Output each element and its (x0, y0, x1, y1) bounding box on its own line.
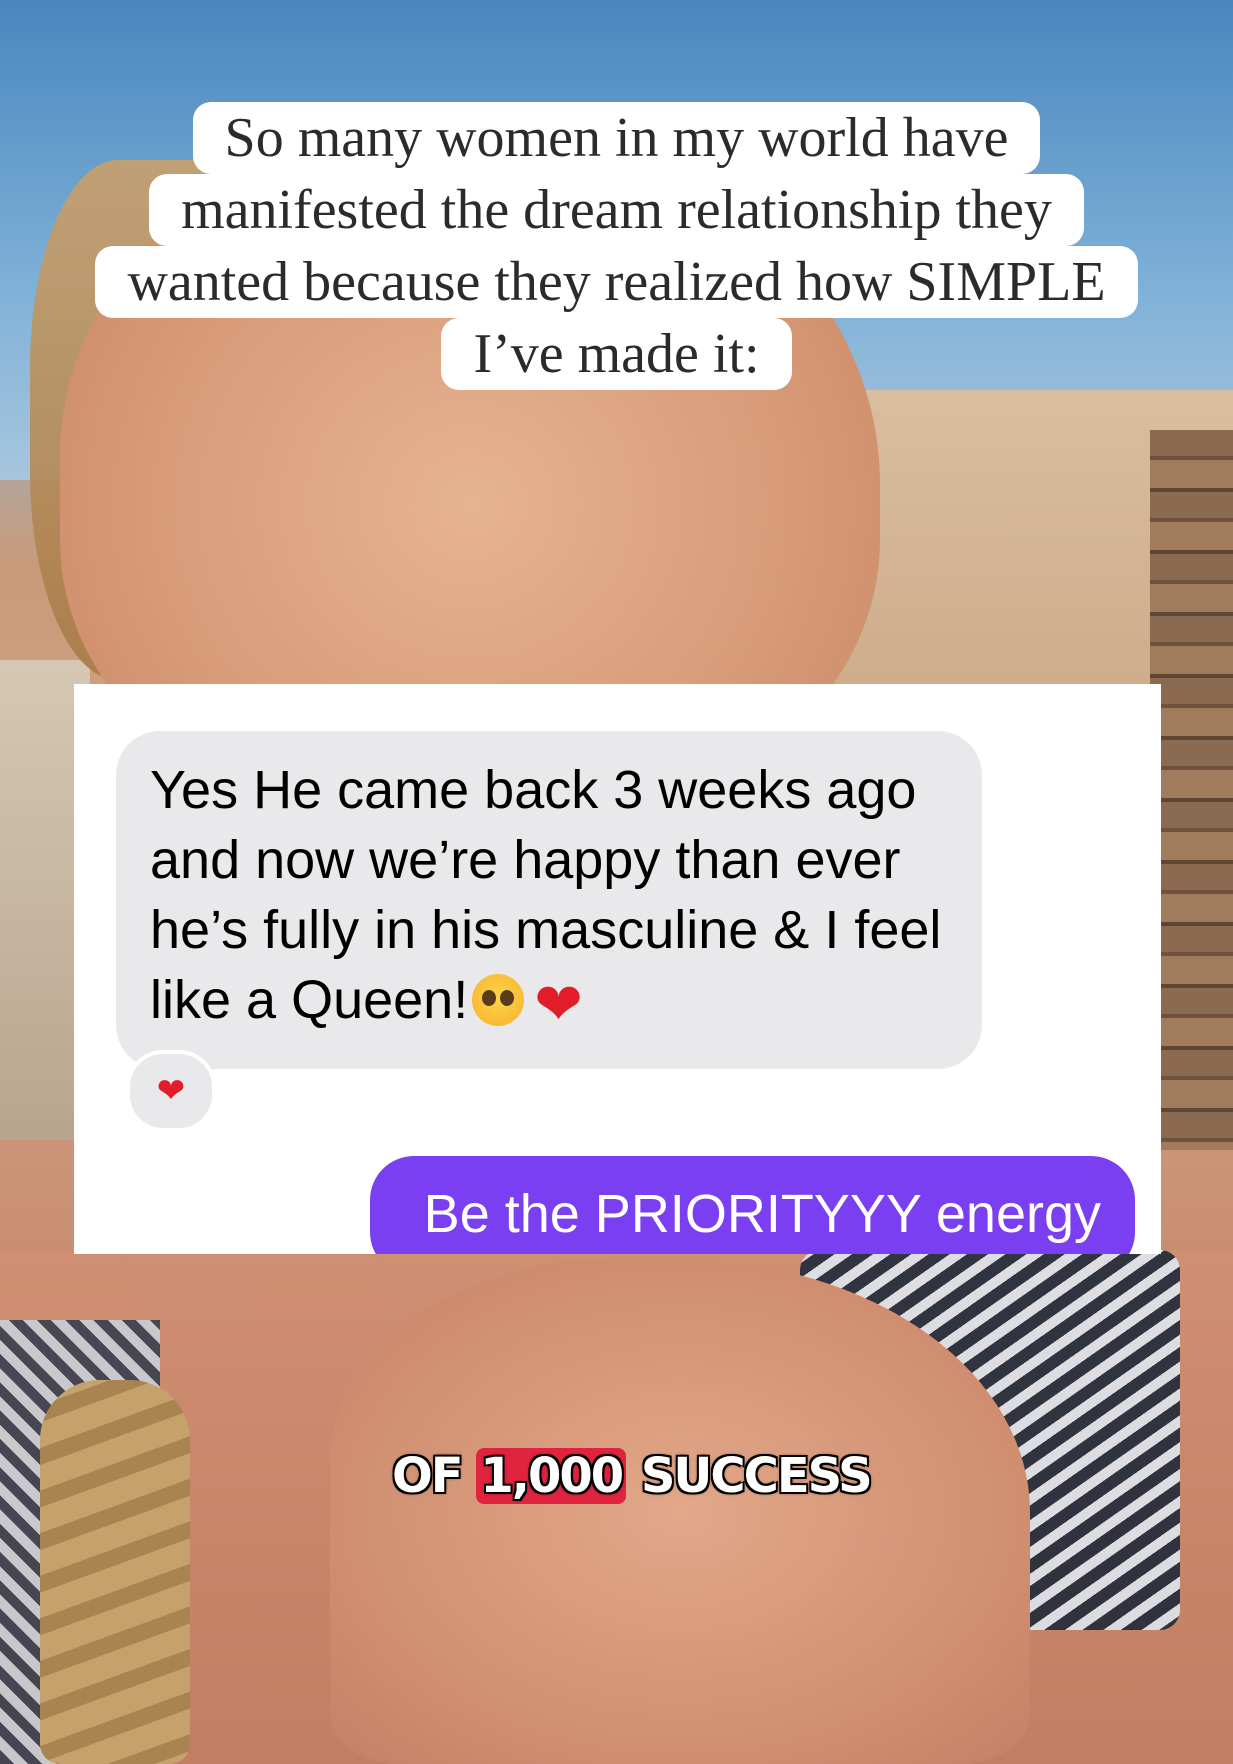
heart-reaction-icon: ❤ (126, 1050, 216, 1132)
outgoing-message-bubble: Be the PRIORITYYY energy (370, 1156, 1135, 1254)
stone-column (1150, 430, 1233, 1150)
subtitle-prefix: OF (392, 1448, 464, 1504)
pleading-face-emoji-icon (472, 974, 525, 1026)
caption-overlay: So many women in my world have manifeste… (0, 102, 1233, 390)
chat-screenshot: Yes He came back 3 weeks ago and now we’… (74, 684, 1161, 1254)
outgoing-message-text: Be the PRIORITYYY energy (423, 1184, 1101, 1244)
red-heart-emoji-icon: ❤ (534, 970, 583, 1038)
braid (40, 1380, 190, 1764)
subtitle-suffix: SUCCESS (640, 1448, 873, 1504)
caption-line: So many women in my world have (192, 102, 1041, 174)
subtitle-highlight: 1,000 (476, 1448, 627, 1504)
incoming-message-bubble: Yes He came back 3 weeks ago and now we’… (116, 731, 982, 1069)
caption-line: wanted because they realized how SIMPLE (95, 246, 1138, 318)
caption-line: I’ve made it: (441, 318, 792, 390)
video-subtitle: OF 1,000 SUCCESS (392, 1448, 873, 1504)
hand (330, 1260, 1030, 1764)
caption-line: manifested the dream relationship they (149, 174, 1084, 246)
